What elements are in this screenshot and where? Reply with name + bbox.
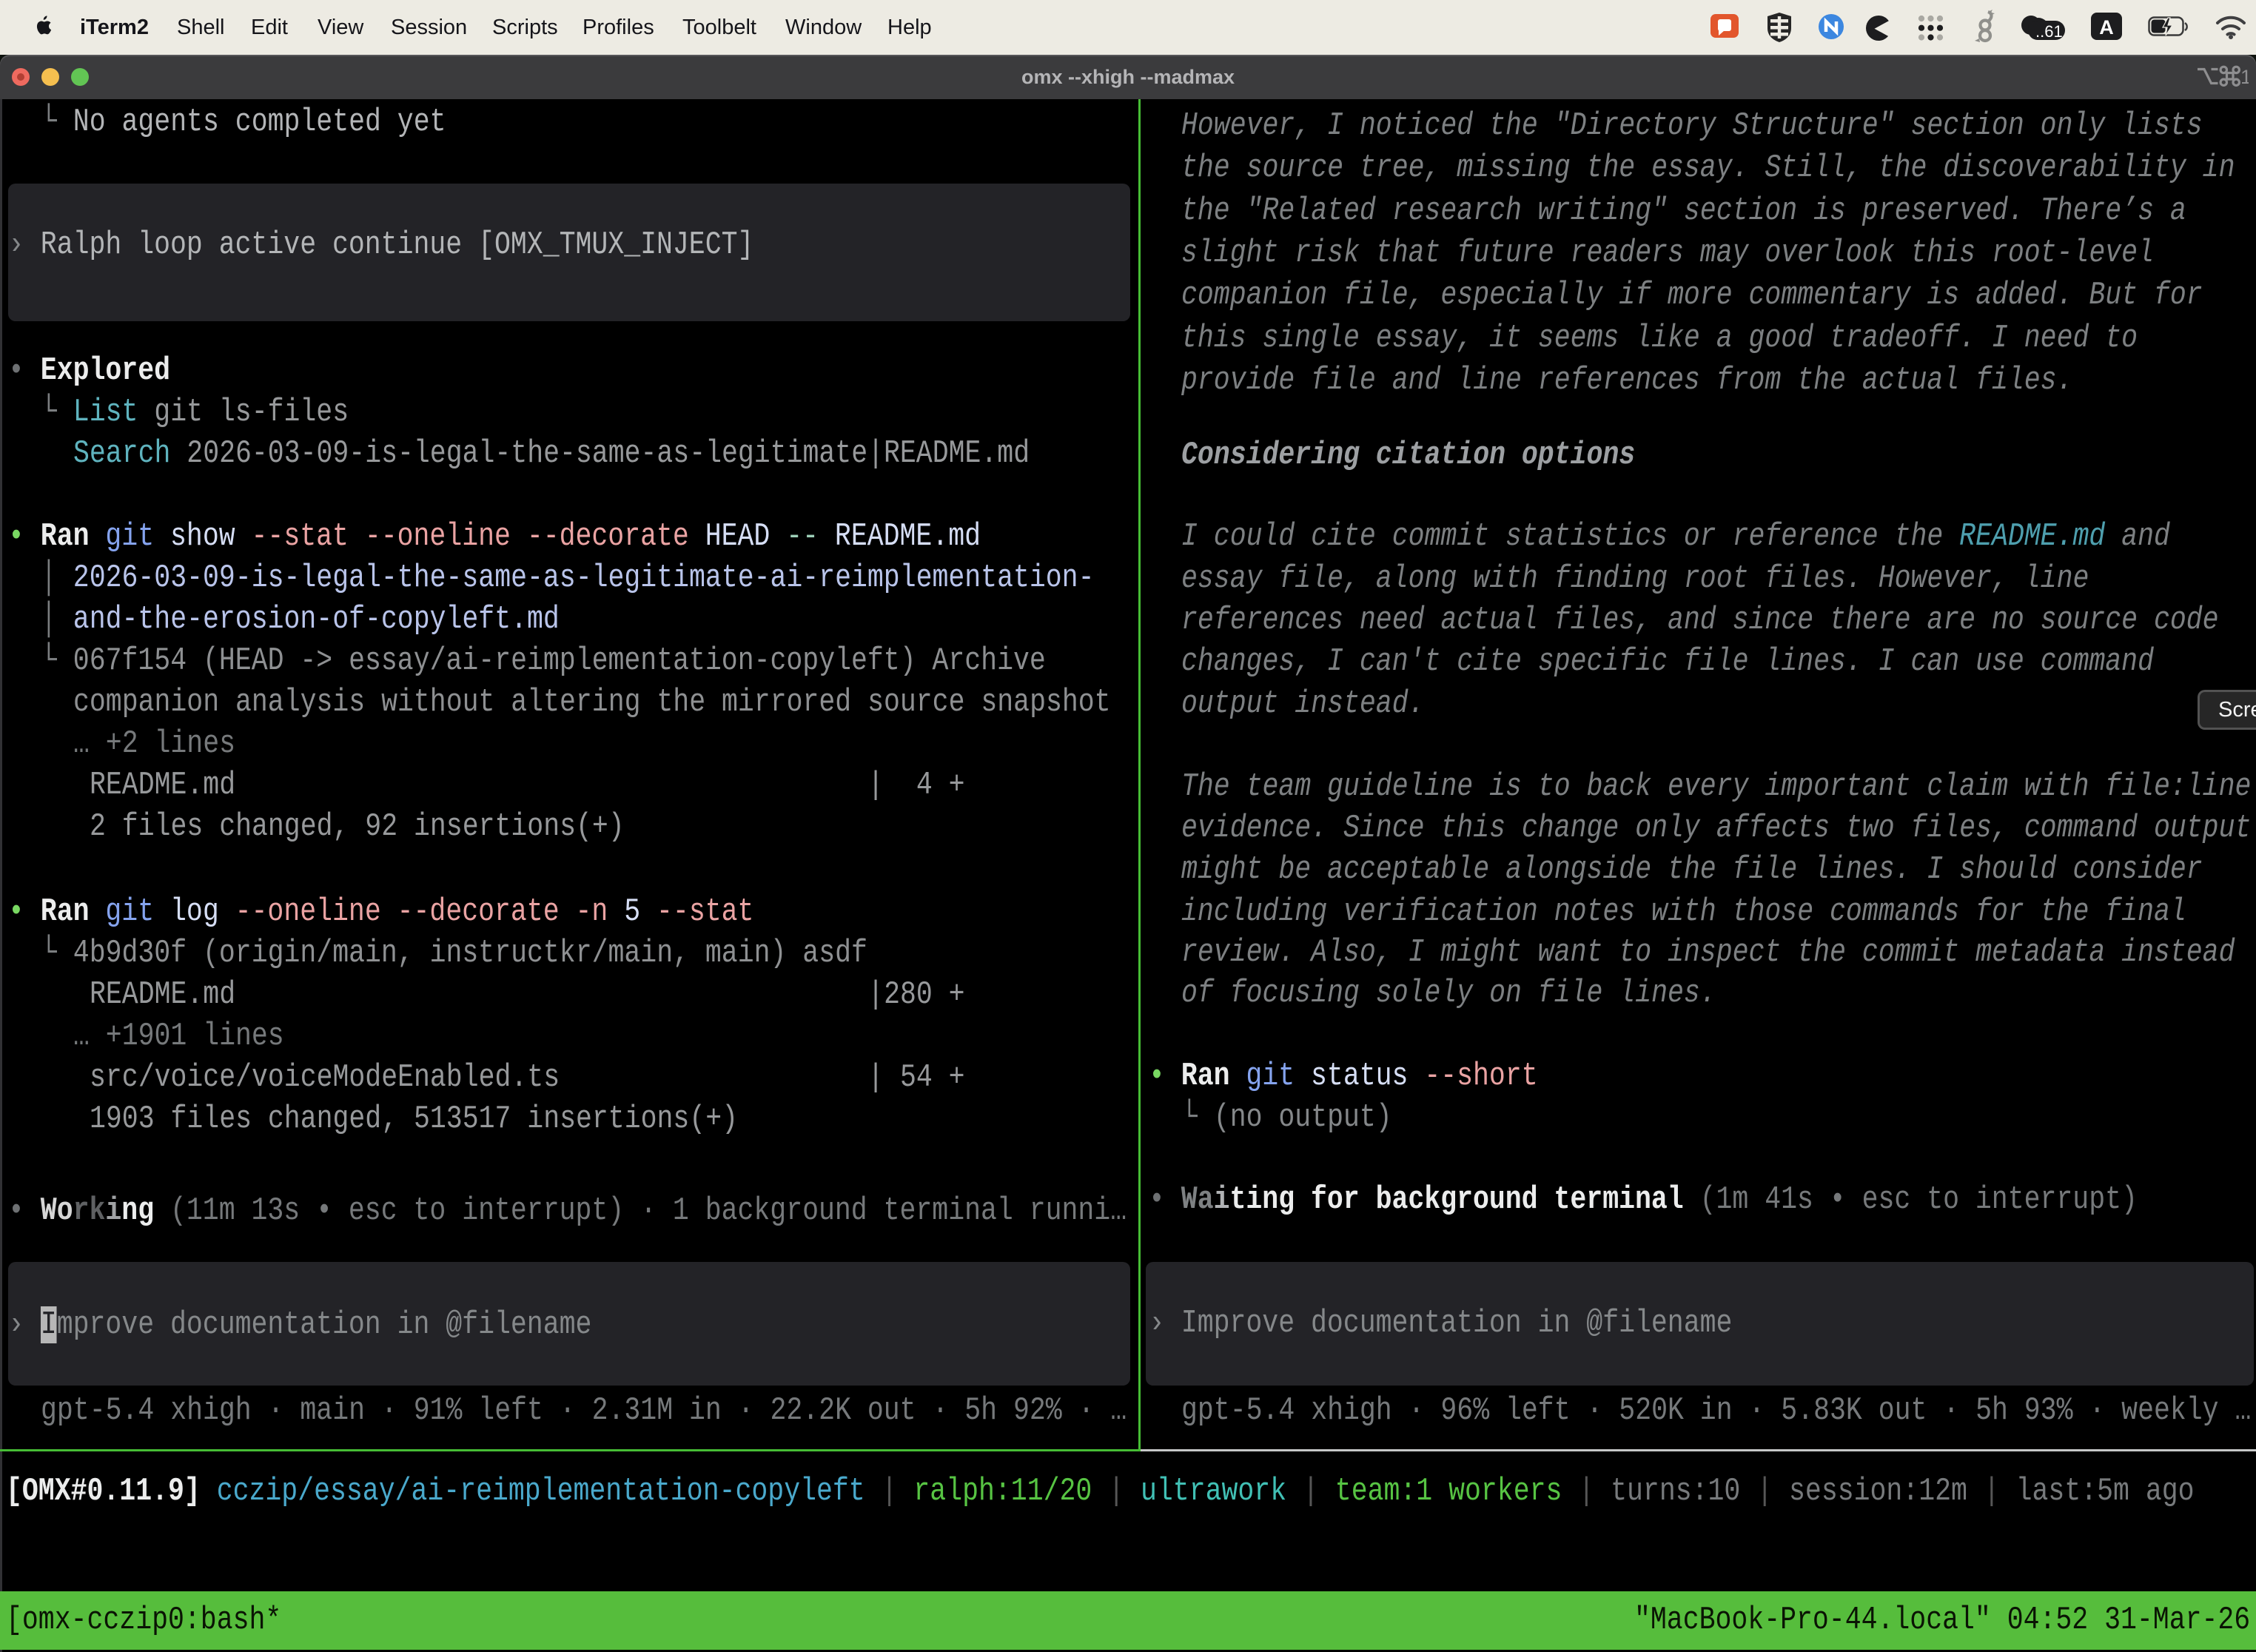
svg-text:..61: ..61: [2035, 22, 2063, 41]
svg-text:1: 1: [2240, 66, 2249, 88]
svg-text:A: A: [2099, 16, 2114, 38]
